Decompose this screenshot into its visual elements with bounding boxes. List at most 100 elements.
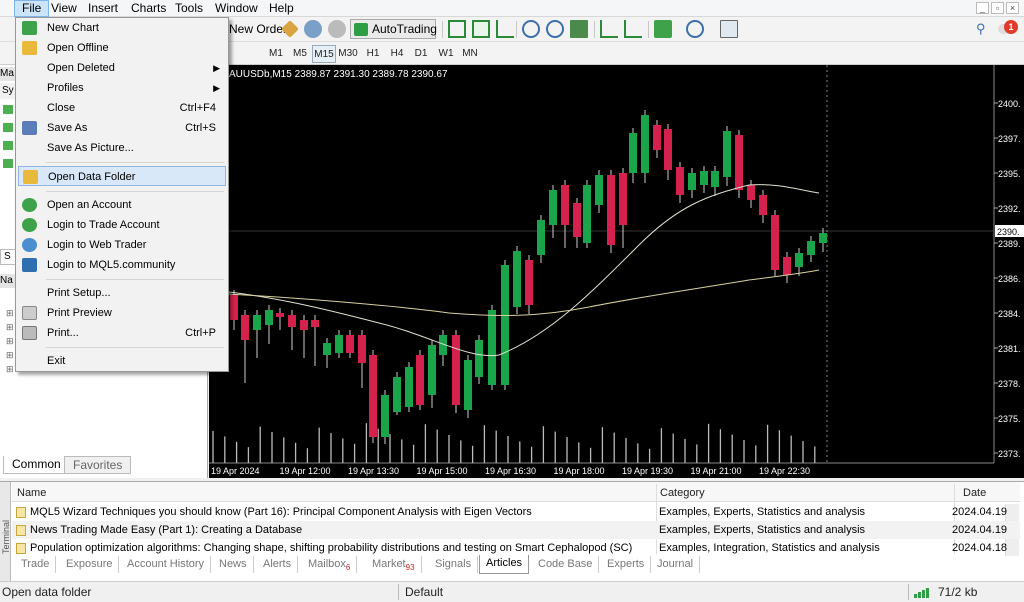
menu-item-open-data-folder[interactable]: Open Data Folder [18,166,226,186]
menu-item-print-preview[interactable]: Print Preview [18,303,226,323]
bar-chart-icon[interactable] [448,20,466,38]
menu-item-login-mql5[interactable]: Login to MQL5.community [18,255,226,275]
chart-header: AUUSDb,M15 2389.87 2391.30 2389.78 2390.… [229,69,448,80]
tree-expand-icon[interactable]: ⊞ [6,364,14,375]
timeframe-m5[interactable]: M5 [288,45,312,63]
minimize-icon[interactable]: _ [976,2,989,14]
menu-window[interactable]: Window [208,0,265,17]
price-label: 2392. [998,204,1021,214]
candle-body [513,251,521,307]
periods-icon[interactable] [686,20,704,38]
tree-expand-icon[interactable]: ⊞ [6,322,14,333]
timeframe-d1[interactable]: D1 [409,45,433,63]
menu-item-login-web-trader[interactable]: Login to Web Trader [18,235,226,255]
tree-expand-icon[interactable]: ⊞ [6,350,14,361]
tab-mailbox[interactable]: Mailbox6 [302,556,358,573]
symbol-row-icon[interactable] [3,123,13,132]
menu-tools[interactable]: Tools [168,0,210,17]
tab-articles[interactable]: Articles [479,555,530,574]
price-chart[interactable]: 2400. 2397. 2395. 2392. 2389. 2386. 2384. 2381.… [209,65,1024,478]
candle-body [416,355,424,405]
candle-body [653,125,661,150]
timeframe-h4[interactable]: H4 [385,45,409,63]
templates-icon[interactable] [720,20,738,38]
menu-item-open-offline[interactable]: Open Offline [18,38,226,58]
candle-body [807,241,815,255]
candle-body [819,233,827,243]
timeframe-w1[interactable]: W1 [434,45,458,63]
menu-item-open-deleted[interactable]: Open Deleted ▶ [18,58,226,78]
symbols-tab[interactable]: S [0,249,16,265]
menu-item-print[interactable]: Print... Ctrl+P [18,323,226,343]
tree-expand-icon[interactable]: ⊞ [6,308,14,319]
timeframe-mn[interactable]: MN [458,45,482,63]
menu-item-new-chart[interactable]: New Chart [18,18,226,38]
article-row[interactable]: MQL5 Wizard Techniques you should know (… [12,503,1020,521]
new-order-button[interactable]: New Order [229,21,287,37]
tab-code-base[interactable]: Code Base [532,556,600,573]
tab-favorites[interactable]: Favorites [64,456,132,474]
tab-experts[interactable]: Experts [601,556,652,573]
tab-trade[interactable]: Trade [15,556,57,573]
signals-icon[interactable] [304,20,322,38]
close-icon[interactable]: × [1006,2,1019,14]
candle-body [335,335,343,353]
column-name[interactable]: Name [17,484,46,502]
autoscroll-icon[interactable] [624,20,642,38]
zoom-in-icon[interactable] [522,20,540,38]
tab-alerts[interactable]: Alerts [257,556,299,573]
terminal-label: Terminal [1,520,11,555]
restore-icon[interactable]: ▫ [991,2,1004,14]
menu-item-login-trade-account[interactable]: Login to Trade Account [18,215,226,235]
menu-item-profiles[interactable]: Profiles ▶ [18,78,226,98]
menu-item-open-account[interactable]: Open an Account [18,195,226,215]
print-preview-icon [22,306,37,320]
tab-exposure[interactable]: Exposure [60,556,120,573]
search-icon[interactable]: ⚲ [976,21,986,37]
tile-windows-icon[interactable] [570,20,588,38]
menu-item-save-as-picture[interactable]: Save As Picture... [18,138,226,158]
tree-expand-icon[interactable]: ⊞ [6,336,14,347]
column-date[interactable]: Date [963,484,986,502]
tab-common[interactable]: Common [3,456,70,474]
zoom-out-icon[interactable] [546,20,564,38]
tab-signals[interactable]: Signals [429,556,479,573]
menu-help[interactable]: Help [262,0,301,17]
indicators-icon[interactable] [654,20,672,38]
menu-item-close[interactable]: Close Ctrl+F4 [18,98,226,118]
tab-news[interactable]: News [213,556,254,573]
tab-market[interactable]: Market93 [366,556,422,573]
price-label: 2395. [998,169,1021,179]
menu-item-print-setup[interactable]: Print Setup... [18,283,226,303]
menu-item-exit[interactable]: Exit [18,351,226,371]
article-row[interactable]: News Trading Made Easy (Part 1): Creatin… [12,521,1020,539]
chart-shift-icon[interactable] [600,20,618,38]
notifications-icon[interactable]: 1 [998,20,1018,38]
tab-account-history[interactable]: Account History [121,556,212,573]
timeframe-m1[interactable]: M1 [264,45,288,63]
candlestick-icon[interactable] [472,20,490,38]
timeframe-h1[interactable]: H1 [361,45,385,63]
metaeditor-icon[interactable] [328,20,346,38]
symbol-row-icon[interactable] [3,159,13,168]
symbol-column-header: Sy [0,83,16,99]
symbol-row-icon[interactable] [3,141,13,150]
candle-body [629,133,637,173]
line-chart-icon[interactable] [496,20,514,38]
time-label: 19 Apr 15:00 [417,466,468,476]
tab-journal[interactable]: Journal [651,556,701,573]
menu-view[interactable]: View [44,0,84,17]
timeframe-m30[interactable]: M30 [336,45,360,63]
candle-body [475,340,483,377]
article-category: Examples, Integration, Statistics and an… [659,542,880,554]
autotrading-label: AutoTrading [372,22,437,36]
timeframe-m15[interactable]: M15 [312,45,336,63]
column-category[interactable]: Category [660,484,705,502]
article-name: Population optimization algorithms: Chan… [30,542,633,554]
menu-charts[interactable]: Charts [124,0,173,17]
autotrading-button[interactable]: AutoTrading [350,19,437,39]
symbol-row-icon[interactable] [3,105,13,114]
time-label: 19 Apr 2024 [211,466,260,476]
menu-item-save-as[interactable]: Save As Ctrl+S [18,118,226,138]
menu-insert[interactable]: Insert [81,0,125,17]
